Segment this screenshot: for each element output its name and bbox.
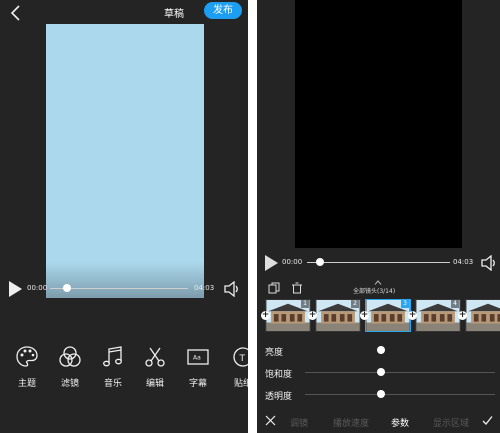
clip-thumbnail-selected[interactable]: 3 [365, 299, 411, 332]
video-preview[interactable] [46, 24, 204, 298]
clip-number: 3 [401, 300, 409, 308]
volume-icon[interactable] [223, 281, 241, 297]
confirm-check-icon[interactable] [482, 415, 493, 426]
publish-button[interactable]: 发布 [204, 2, 242, 19]
progress-handle[interactable] [62, 284, 71, 292]
play-icon[interactable] [265, 255, 278, 271]
svg-text:Aa: Aa [193, 355, 201, 362]
edit-label: 编辑 [145, 379, 164, 389]
music-label: 音乐 [103, 379, 122, 389]
sticker-label: 贴纸 [233, 379, 248, 389]
theme-tool[interactable]: 主题 [10, 345, 44, 389]
bottom-tab-bar: 调镜 播放速度 参数 显示区域 [257, 408, 500, 433]
tab-adjust[interactable]: 调镜 [290, 416, 308, 429]
saturation-label: 饱和度 [265, 370, 293, 380]
sticker-icon: T [233, 347, 248, 367]
opacity-label: 透明度 [265, 392, 293, 402]
volume-icon[interactable] [480, 255, 498, 271]
brightness-slider-handle[interactable] [377, 346, 385, 354]
svg-text:T: T [239, 354, 246, 364]
filter-tool[interactable]: 滤镜 [53, 345, 87, 389]
video-preview[interactable] [295, 0, 462, 248]
opacity-slider-handle[interactable] [377, 390, 385, 398]
subtitle-tool[interactable]: Aa 字幕 [181, 345, 215, 389]
duration-time: 04:03 [453, 258, 474, 266]
saturation-slider-handle[interactable] [377, 368, 385, 376]
brightness-label: 亮度 [265, 348, 284, 358]
duration-time: 04:03 [194, 284, 215, 292]
saturation-slider-track[interactable] [305, 372, 495, 373]
tab-display-area[interactable]: 显示区域 [433, 416, 469, 429]
add-clip-icon[interactable]: + [261, 311, 270, 320]
clip-thumbnail[interactable]: 4 [415, 299, 461, 332]
sticker-tool[interactable]: T 贴纸 [226, 345, 248, 389]
theme-label: 主题 [17, 379, 36, 389]
tab-params[interactable]: 参数 [391, 416, 409, 429]
clip-thumbnail[interactable] [465, 299, 500, 332]
editor-home-panel: 草稿 发布 00:00 04:03 主题 滤镜 音乐 编辑 Aa 字幕 T 贴纸 [0, 0, 248, 433]
filter-label: 滤镜 [60, 379, 79, 389]
progress-track[interactable] [307, 262, 450, 263]
progress-track[interactable] [50, 288, 188, 289]
music-note-icon [103, 346, 122, 367]
back-arrow-icon[interactable] [9, 4, 23, 22]
subtitle-icon: Aa [187, 349, 209, 365]
all-clips-label[interactable]: 全部镜头(3/14) [353, 286, 395, 295]
current-time: 00:00 [27, 284, 48, 292]
close-icon[interactable] [265, 415, 276, 426]
copy-icon[interactable] [268, 282, 280, 294]
subtitle-label: 字幕 [188, 379, 207, 389]
preview-gradient [46, 262, 204, 298]
palette-icon [16, 346, 38, 367]
building-thumbnail-icon [466, 300, 500, 331]
clip-number: 2 [351, 300, 359, 308]
scissors-icon [145, 347, 165, 367]
clip-number: 1 [301, 300, 309, 308]
clip-number: 4 [451, 300, 459, 308]
clip-thumbnail[interactable]: 2 [315, 299, 361, 332]
current-time: 00:00 [282, 258, 303, 266]
tab-playback-speed[interactable]: 播放速度 [333, 416, 369, 429]
add-clip-icon[interactable]: + [458, 311, 467, 320]
clip-params-panel: 00:00 04:03 全部镜头(3/14) 1 2 3 4 + + + + + [257, 0, 500, 433]
filter-circles-icon [59, 346, 81, 367]
add-clip-icon[interactable]: + [360, 311, 369, 320]
play-icon[interactable] [9, 281, 22, 297]
draft-button[interactable]: 草稿 [164, 5, 184, 20]
add-clip-icon[interactable]: + [408, 311, 417, 320]
music-tool[interactable]: 音乐 [96, 345, 130, 389]
clip-strip[interactable]: 1 2 3 4 + + + + + [261, 299, 500, 334]
trash-icon[interactable] [291, 282, 303, 294]
progress-handle[interactable] [315, 258, 324, 266]
opacity-slider-track[interactable] [305, 394, 495, 395]
clip-thumbnail[interactable]: 1 [265, 299, 311, 332]
edit-tool[interactable]: 编辑 [138, 345, 172, 389]
add-clip-icon[interactable]: + [308, 311, 317, 320]
chevron-up-icon[interactable] [374, 280, 382, 285]
